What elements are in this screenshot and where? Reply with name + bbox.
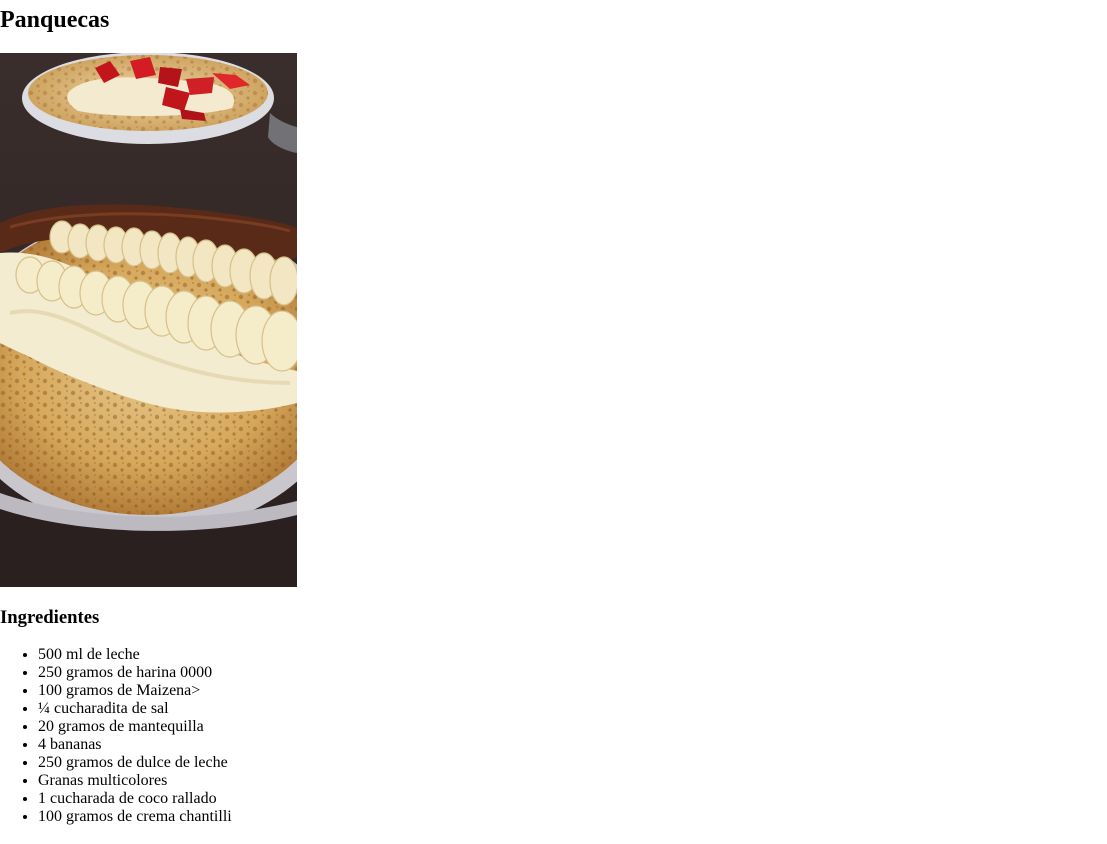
page-title: Panquecas	[0, 7, 110, 33]
list-item: 250 gramos de harina 0000	[38, 664, 232, 682]
recipe-page: Panquecas Ingredientes • 500 ml de leche…	[0, 0, 1107, 844]
list-item: 100 gramos de crema chantilli	[38, 808, 232, 826]
list-item: 20 gramos de mantequilla	[38, 718, 232, 736]
list-item: ¼ cucharadita de sal	[38, 700, 232, 718]
list-item: 1 cucharada de coco rallado	[38, 790, 232, 808]
ingredients-list: 500 ml de leche 250 gramos de harina 000…	[0, 646, 232, 826]
list-item: 100 gramos de Maizena>	[38, 682, 232, 700]
ingredients-heading: Ingredientes	[0, 607, 100, 628]
list-item: Granas multicolores	[38, 772, 232, 790]
list-item: 4 bananas	[38, 736, 232, 754]
list-item: 500 ml de leche	[38, 646, 232, 664]
pancake-photo	[0, 53, 297, 587]
list-item: 250 gramos de dulce de leche	[38, 754, 232, 772]
